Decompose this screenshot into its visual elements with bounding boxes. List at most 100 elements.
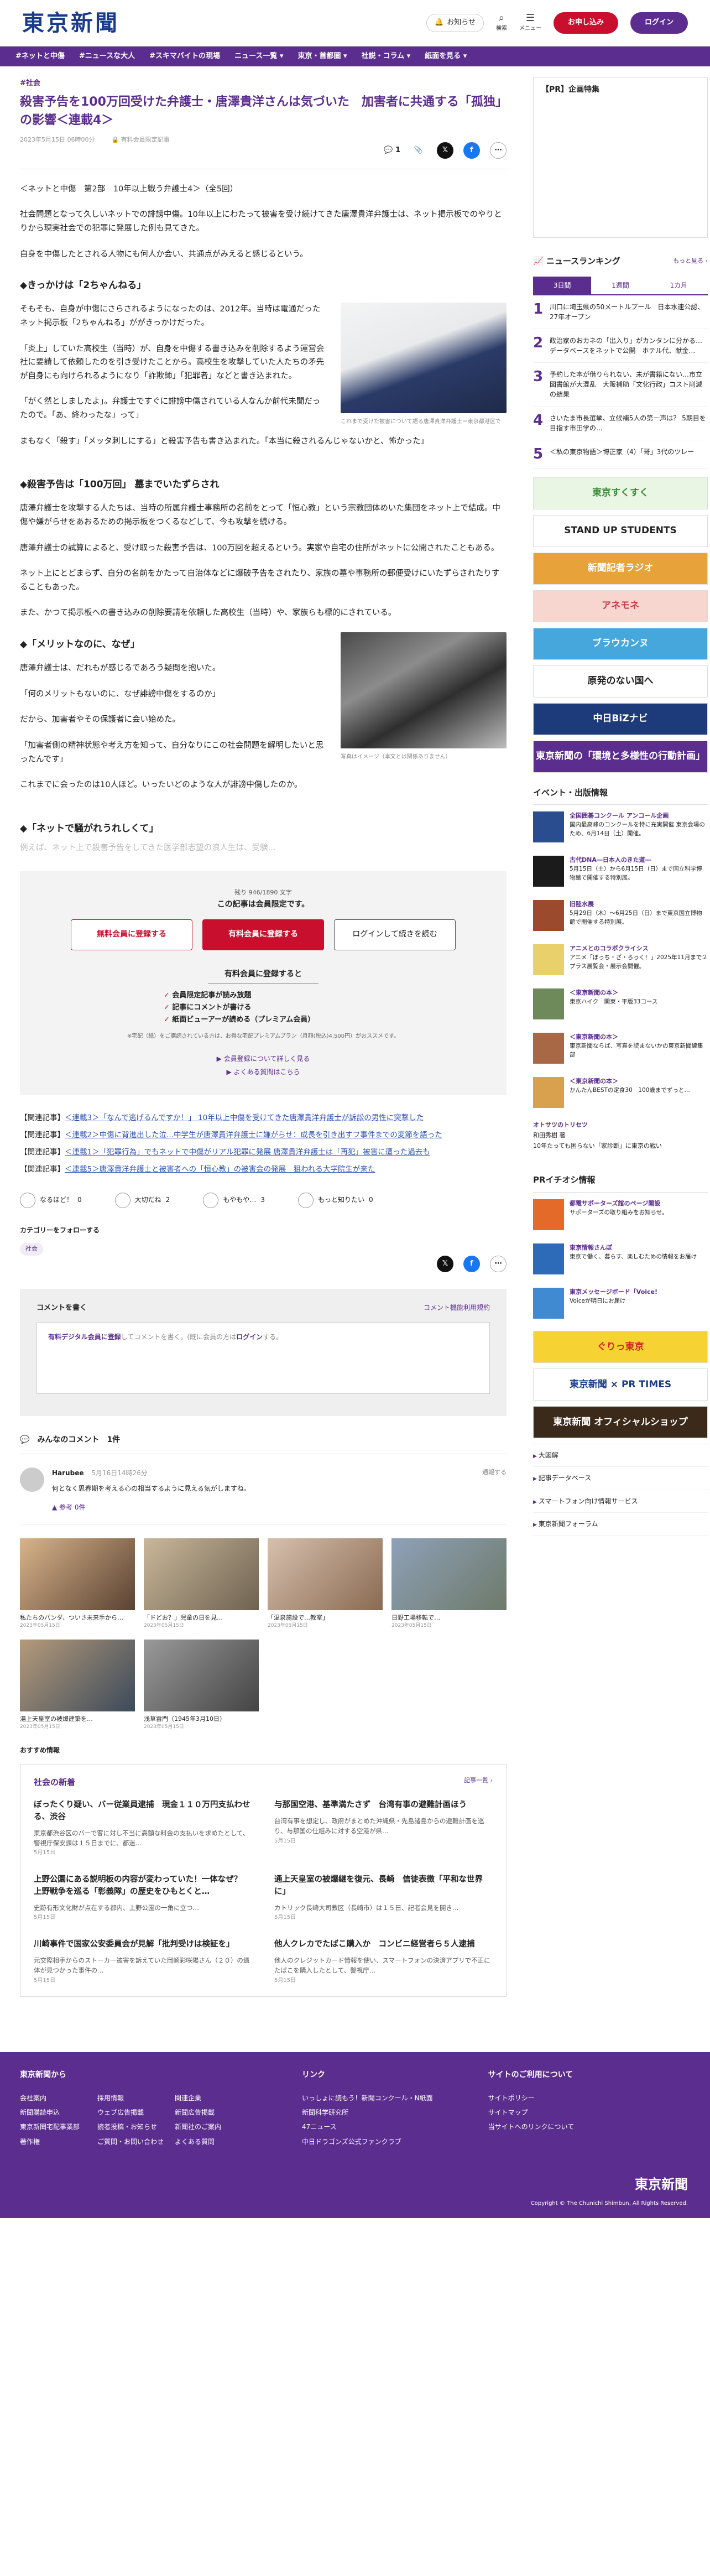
event-item[interactable]: 古代DNA―日本人のきた道― 5月15日（土）から6月15日（日）まで国立科学博物… bbox=[533, 849, 708, 893]
promo-banner[interactable]: 中日BiZナビ bbox=[533, 702, 708, 735]
photo-tile[interactable]: 「温泉施設で…教室」 2023年05月15日 bbox=[268, 1538, 383, 1631]
promo-banner[interactable]: ブラウカンヌ bbox=[533, 627, 708, 660]
event-item[interactable]: 東京メッセージボード「Voice! Voiceが明日にお届け bbox=[533, 1281, 708, 1325]
footer-link[interactable]: 関連企業 bbox=[175, 2091, 247, 2105]
ranking-item[interactable]: 3 予約した本が借りられない、未が書籍にない…市立図書館が大混乱 大阪補助「文化行… bbox=[533, 363, 708, 407]
tab-3days[interactable]: 3日間 bbox=[533, 276, 592, 294]
nav-item[interactable]: #スキマバイトの現場 bbox=[149, 50, 220, 63]
comment-like-button[interactable]: ▲ 参考 0件 bbox=[52, 1502, 474, 1513]
x-share-icon[interactable]: 𝕏 bbox=[437, 142, 453, 159]
comment-user[interactable]: Harubee bbox=[52, 1469, 83, 1477]
event-item[interactable]: 全国囲碁コンクール アンコール企画 国内最高峰のコンクールを特に充実開催 東京会場… bbox=[533, 805, 708, 849]
footer-link[interactable]: 新聞購読申込 bbox=[20, 2105, 92, 2120]
notice-button[interactable]: 🔔 お知らせ bbox=[426, 14, 484, 32]
tab-1month[interactable]: 1カ月 bbox=[650, 277, 708, 294]
facebook-share-icon[interactable]: f bbox=[463, 1255, 480, 1272]
footer-logo[interactable]: 東京新聞 bbox=[635, 2173, 688, 2196]
photo-tile[interactable]: 浅草雷門（1945年3月10日） 2023年05月15日 bbox=[144, 1639, 259, 1732]
menu-button[interactable]: ☰ メニュー bbox=[519, 13, 541, 33]
facebook-share-icon[interactable]: f bbox=[463, 142, 480, 159]
ranking-item[interactable]: 1 川口に埼玉県の50メートルプール 日本水連公認、27年オープン bbox=[533, 295, 708, 329]
related-link[interactable]: ＜連載1＞「犯罪行為」でもネットで中傷がリアル犯罪に発展 唐澤貴洋弁護士は「再犯… bbox=[65, 1148, 430, 1157]
x-share-icon[interactable]: 𝕏 bbox=[437, 1255, 453, 1272]
sidebar-link[interactable]: 大図解 bbox=[533, 1444, 708, 1467]
more-share-icon[interactable]: ⋯ bbox=[490, 1255, 507, 1272]
event-item[interactable]: アニメとのコラボクライシス アニメ「ぼっち・ざ・ろっく！」2025年11月まで２プ… bbox=[533, 938, 708, 982]
footer-link[interactable]: 採用情報 bbox=[97, 2091, 169, 2105]
footer-link[interactable]: よくある質問 bbox=[175, 2135, 247, 2149]
pr-feature-box[interactable]: 【PR】企画特集 bbox=[533, 77, 708, 238]
footer-link[interactable]: 読者投稿・お知らせ bbox=[97, 2120, 169, 2134]
related-link[interactable]: ＜連載5＞唐澤貴洋弁護士と被害者への「恒心教」の被害会の発展 狙われる大学院生が… bbox=[65, 1165, 375, 1174]
site-logo[interactable]: 東京新聞 bbox=[22, 4, 119, 42]
event-item[interactable]: ＜東京新聞の本＞ 東京ハイク 関東・平版33コース bbox=[533, 982, 708, 1026]
apply-button[interactable]: お申し込み bbox=[553, 12, 618, 34]
footer-link[interactable]: 会社案内 bbox=[20, 2091, 92, 2105]
promo-banner[interactable]: 新聞記者ラジオ bbox=[533, 552, 708, 585]
follow-tag[interactable]: 社会 bbox=[20, 1243, 43, 1256]
article-photo[interactable]: 写真はイメージ（本文とは関係ありません） bbox=[341, 632, 507, 761]
footer-link[interactable]: 著作権 bbox=[20, 2135, 92, 2149]
reco-item[interactable]: 上野公園にある説明板の内容が変わっていた！一体なぜ？ 上野戦争を巡る「彰義隊」の… bbox=[34, 1874, 252, 1922]
footer-link[interactable]: ウェブ広告掲載 bbox=[97, 2105, 169, 2120]
promo-banner[interactable]: 東京すくすく bbox=[533, 477, 708, 509]
ranking-item[interactable]: 5 ＜私の東京物語＞博正家（4）「哥」3代のツレー bbox=[533, 440, 708, 469]
promo-banner[interactable]: 東京新聞の「環境と多様性の行動計画」 bbox=[533, 740, 708, 773]
sidebar-link[interactable]: 記事データベース bbox=[533, 1467, 708, 1490]
footer-link[interactable]: いっしょに読もう！新聞コンクール・N紙面 bbox=[302, 2091, 433, 2105]
event-item[interactable]: ＜東京新聞の本＞ かんたんBESTの定食30 100歳までずっと… bbox=[533, 1070, 708, 1115]
nav-item[interactable]: #ニュースな大人 bbox=[79, 50, 135, 63]
report-button[interactable]: 通報する bbox=[482, 1467, 507, 1513]
event-item[interactable]: 旧陸水展 5月29日（木）～6月25日（日）まで東京国立博物館で開催する特別展。 bbox=[533, 893, 708, 938]
free-register-button[interactable]: 無料会員に登録する bbox=[71, 919, 192, 950]
ranking-item[interactable]: 4 さいたま市長選挙、立候補5人の第一声は？ 5期目を目指す市田学の… bbox=[533, 407, 708, 440]
promo-banner[interactable]: アネモネ bbox=[533, 590, 708, 622]
promo-banner[interactable]: STAND UP STUDENTS bbox=[533, 514, 708, 547]
clip-icon[interactable]: 📎 bbox=[410, 142, 427, 159]
reco-item[interactable]: 通上天皇室の被爆継を復元、長崎 信徒表徴「平和な世界に」 カトリック長崎大司教区（… bbox=[274, 1874, 493, 1922]
login-button[interactable]: ログイン bbox=[630, 12, 688, 34]
nav-item[interactable]: 紙面を見る ▾ bbox=[425, 50, 467, 63]
register-link[interactable]: 有料デジタル会員に登録 bbox=[48, 1333, 121, 1341]
footer-link[interactable]: 新聞社のご案内 bbox=[175, 2120, 247, 2134]
more-share-icon[interactable]: ⋯ bbox=[490, 142, 507, 159]
event-item[interactable]: 都電サポーターズ館のページ開設 サポーターズの取り組みをお知らせ。 bbox=[533, 1193, 708, 1237]
footer-link[interactable]: 新聞広告掲載 bbox=[175, 2105, 247, 2120]
reaction-button[interactable]: もっと知りたい 0 bbox=[297, 1192, 373, 1208]
photo-tile[interactable]: 日野工場移転で… 2023年05月15日 bbox=[391, 1538, 507, 1631]
nav-item[interactable]: 東京・首都圏 ▾ bbox=[297, 50, 347, 63]
footer-link[interactable]: 中日ドラゴンズ公式ファンクラブ bbox=[302, 2135, 433, 2149]
article-photo[interactable]: これまで受けた被害について語る唐澤貴洋弁護士＝東京都港区で bbox=[341, 303, 507, 426]
sidebar-link[interactable]: 東京新聞フォーラム bbox=[533, 1513, 708, 1536]
photo-tile[interactable]: 私たちのパンダ、ついさ未来手から… 2023年05月15日 bbox=[20, 1538, 135, 1631]
reco-item[interactable]: 川崎事件で国家公安委員会が見解「批判受けは検証を」 元交際相手からのストーカー被害… bbox=[34, 1939, 252, 1985]
login-continue-button[interactable]: ログインして続きを読む bbox=[334, 919, 456, 950]
footer-link[interactable]: 東京新聞宅配事業部 bbox=[20, 2120, 92, 2134]
comment-rules-link[interactable]: コメント機能利用規約 bbox=[424, 1302, 490, 1314]
reaction-button[interactable]: 大切だね 2 bbox=[114, 1192, 170, 1208]
nav-item[interactable]: ニュース一覧 ▾ bbox=[234, 50, 283, 63]
promo-banner[interactable]: 東京新聞 × PR TIMES bbox=[533, 1368, 708, 1401]
photo-tile[interactable]: 湯上天皇室の被爆建築を… 2023年05月15日 bbox=[20, 1639, 135, 1732]
comment-count-button[interactable]: 💬 1 bbox=[384, 144, 400, 157]
comment-input[interactable]: 有料デジタル会員に登録してコメントを書く。(既に会員の方はログインする。 bbox=[36, 1321, 490, 1394]
footer-link[interactable]: 新聞科学研究所 bbox=[302, 2105, 433, 2120]
paid-register-button[interactable]: 有料会員に登録する bbox=[202, 919, 324, 950]
footer-link[interactable]: ご質問・お問い合わせ bbox=[97, 2135, 169, 2149]
login-link[interactable]: ログイン bbox=[236, 1333, 263, 1341]
reaction-button[interactable]: なるほど！ 0 bbox=[20, 1192, 82, 1208]
book-promo[interactable]: オトサツのトリセツ 和田秀樹 著 10年たっても困らない「家診断」に東京の戦い bbox=[533, 1120, 708, 1151]
footer-link[interactable]: サイトポリシー bbox=[488, 2091, 575, 2105]
category-link[interactable]: #社会 bbox=[20, 77, 507, 90]
footer-link[interactable]: 当サイトへのリンクについて bbox=[488, 2120, 575, 2134]
tab-1week[interactable]: 1週間 bbox=[591, 277, 649, 294]
footer-link[interactable]: 47ニュース bbox=[302, 2120, 433, 2134]
related-link[interactable]: ＜連載3＞「なんで逃げるんですか！」 10年以上中傷を受けてきた唐澤貴洋弁護士が… bbox=[65, 1113, 424, 1122]
search-button[interactable]: ⌕ 検索 bbox=[496, 13, 507, 33]
nav-item[interactable]: #ネットと中傷 bbox=[15, 50, 65, 63]
event-item[interactable]: 東京情報さんぽ 東京で働く、暮らす、楽しむための情報をお届け bbox=[533, 1237, 708, 1281]
related-link[interactable]: ＜連載2＞中傷に背進出した泣...中学生が唐澤貴洋弁護士に嫌がらせ：成長を引き出… bbox=[65, 1131, 442, 1139]
promo-banner[interactable]: 東京新聞 オフィシャルショップ bbox=[533, 1406, 708, 1438]
reco-item[interactable]: 他人クレカでたばこ購入か コンビニ経営者ら５人逮捕 他人のクレジットカード情報を使… bbox=[274, 1939, 493, 1985]
photo-tile[interactable]: 「ドどお？」児童の日を見… 2023年05月15日 bbox=[144, 1538, 259, 1631]
